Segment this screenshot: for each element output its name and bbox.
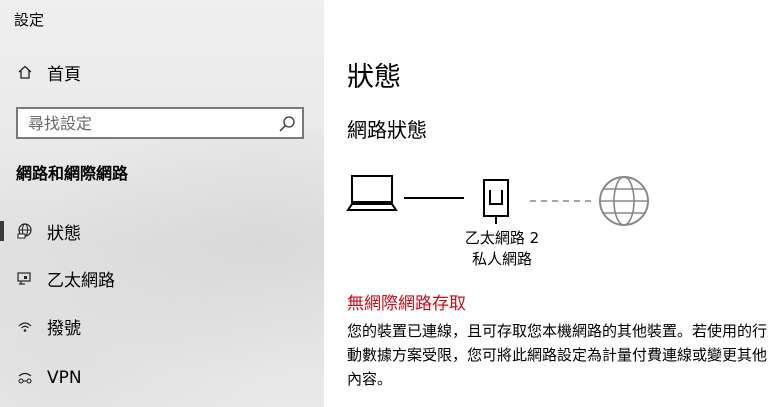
window-title: 設定 bbox=[14, 11, 45, 29]
ethernet-icon bbox=[16, 269, 34, 287]
sidebar-item-label: 撥號 bbox=[47, 318, 81, 339]
laptop-icon bbox=[346, 175, 398, 211]
no-internet-warning: 無網際網路存取 bbox=[347, 294, 466, 314]
network-status-heading: 網路狀態 bbox=[347, 118, 427, 142]
vpn-icon bbox=[16, 369, 34, 387]
section-title: 網路和網際網路 bbox=[16, 164, 129, 183]
selection-indicator bbox=[0, 221, 4, 241]
status-globe-icon bbox=[16, 222, 34, 240]
sidebar-item-label: VPN bbox=[47, 368, 82, 388]
network-label: 乙太網路 2 私人網路 bbox=[432, 228, 572, 270]
search-box bbox=[16, 107, 304, 139]
sidebar-item-dialup[interactable]: 撥號 bbox=[0, 306, 324, 346]
ethernet-adapter-icon bbox=[483, 179, 509, 224]
sidebar-item-ethernet[interactable]: 乙太網路 bbox=[0, 258, 324, 298]
search-icon[interactable] bbox=[276, 113, 298, 135]
network-name: 乙太網路 2 bbox=[464, 229, 540, 247]
status-description: 您的裝置已連線，且可存取您本機網路的其他裝置。若使用的行動數據方案受限，您可將此… bbox=[347, 322, 768, 388]
sidebar-item-label: 乙太網路 bbox=[47, 270, 115, 291]
sidebar-item-home[interactable]: 首頁 bbox=[0, 52, 324, 92]
search-input[interactable] bbox=[18, 109, 278, 137]
sidebar-item-label: 首頁 bbox=[47, 64, 81, 85]
main-content: 狀態 網路狀態 乙太網路 2 私人網路 無網際網路存取 您的裝置已連線，且可存取… bbox=[324, 0, 780, 407]
sidebar-item-status[interactable]: 狀態 bbox=[0, 211, 324, 251]
sidebar: 設定 首頁 網路和網際網路 狀態 bbox=[0, 0, 324, 407]
dialup-icon bbox=[16, 317, 34, 335]
sidebar-item-vpn[interactable]: VPN bbox=[0, 358, 324, 398]
internet-globe-icon bbox=[599, 176, 649, 226]
page-title: 狀態 bbox=[347, 62, 401, 93]
network-type: 私人網路 bbox=[471, 250, 532, 268]
sidebar-item-label: 狀態 bbox=[47, 223, 81, 244]
home-icon bbox=[16, 63, 34, 81]
